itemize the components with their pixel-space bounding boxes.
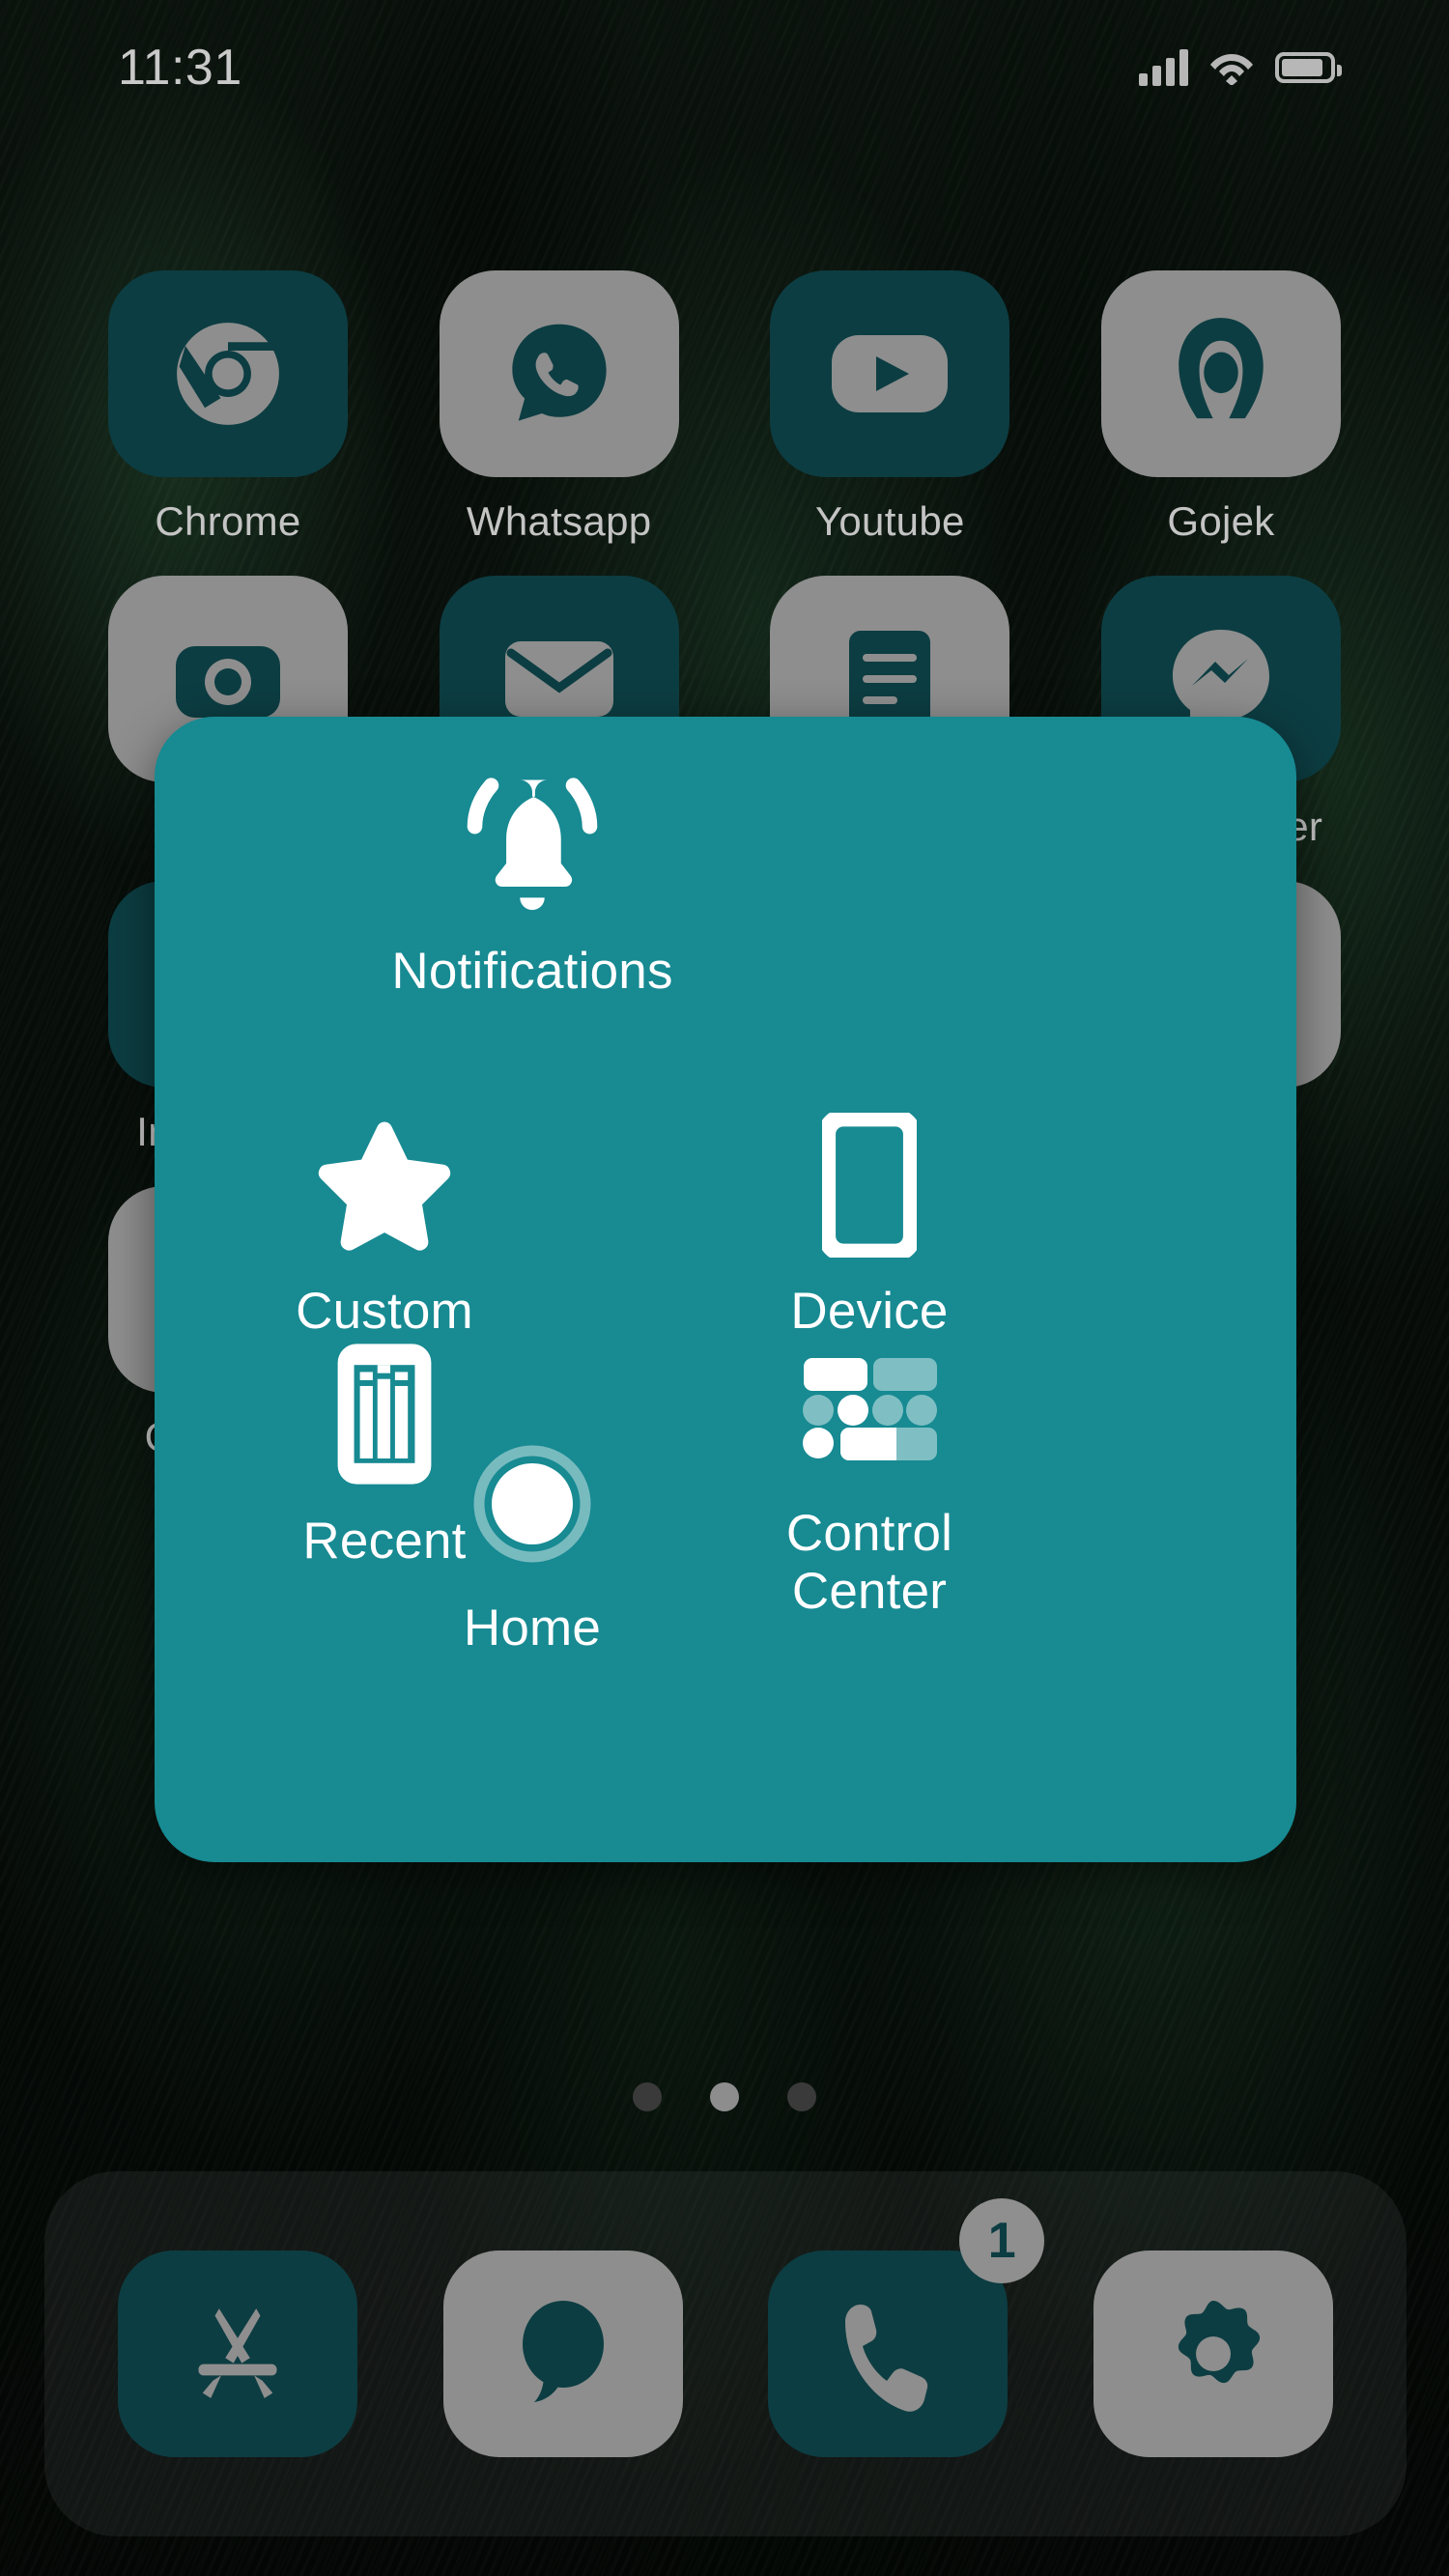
wifi-icon [1209, 50, 1254, 85]
status-badge: 1 [959, 2198, 1044, 2283]
phone-icon [832, 2295, 944, 2413]
app-whatsapp[interactable]: Whatsapp [438, 270, 681, 545]
settings-icon [1152, 2293, 1274, 2415]
app-label: Gojek [1167, 498, 1274, 545]
control-center-icon [802, 1335, 937, 1482]
app-youtube[interactable]: Youtube [768, 270, 1011, 545]
page-dot[interactable] [787, 2082, 816, 2111]
app-row: Chrome Whatsapp Youtub [0, 270, 1449, 545]
page-dot-active[interactable] [710, 2082, 739, 2111]
app-label: Chrome [155, 498, 300, 545]
dock: 1 [44, 2171, 1406, 2536]
app-label: Youtube [815, 498, 965, 545]
cellular-signal-icon [1139, 49, 1188, 86]
battery-icon [1275, 52, 1335, 83]
page-indicator[interactable] [0, 2082, 1449, 2111]
menu-label: Custom [296, 1283, 473, 1341]
menu-label: Device [790, 1283, 948, 1341]
whatsapp-icon [440, 270, 679, 477]
home-circle-icon [471, 1431, 593, 1576]
assistive-touch-panel[interactable]: Notifications Custom Device [155, 717, 1296, 1862]
app-chrome[interactable]: Chrome [106, 270, 350, 545]
app-gojek[interactable]: Gojek [1099, 270, 1343, 545]
menu-item-notifications[interactable]: Notifications [329, 755, 735, 1001]
page-dot[interactable] [633, 2082, 662, 2111]
dock-app-app-store[interactable] [118, 2250, 357, 2457]
menu-label: Notifications [391, 943, 672, 1001]
dock-app-messages[interactable] [443, 2250, 683, 2457]
star-icon [311, 1113, 458, 1258]
dock-app-settings[interactable] [1094, 2250, 1333, 2457]
phone-screen: 11:31 [0, 0, 1449, 2576]
menu-label: Home [464, 1599, 601, 1657]
app-label: Whatsapp [467, 498, 652, 545]
app-store-icon [176, 2292, 299, 2416]
dock-app-phone[interactable]: 1 [768, 2250, 1008, 2457]
bell-icon [450, 755, 614, 920]
gojek-icon [1101, 270, 1341, 477]
chrome-icon [108, 270, 348, 477]
status-bar-time: 11:31 [118, 39, 242, 97]
menu-item-device[interactable]: Device [667, 1113, 1072, 1341]
menu-label: Control Center [786, 1505, 952, 1622]
menu-item-custom[interactable]: Custom [182, 1113, 587, 1341]
status-bar-icons [1139, 49, 1335, 86]
youtube-icon [770, 270, 1009, 477]
messages-icon [505, 2294, 621, 2414]
status-bar: 11:31 [0, 0, 1449, 135]
menu-item-home[interactable]: Home [329, 1431, 735, 1657]
phone-outline-icon [822, 1113, 917, 1258]
